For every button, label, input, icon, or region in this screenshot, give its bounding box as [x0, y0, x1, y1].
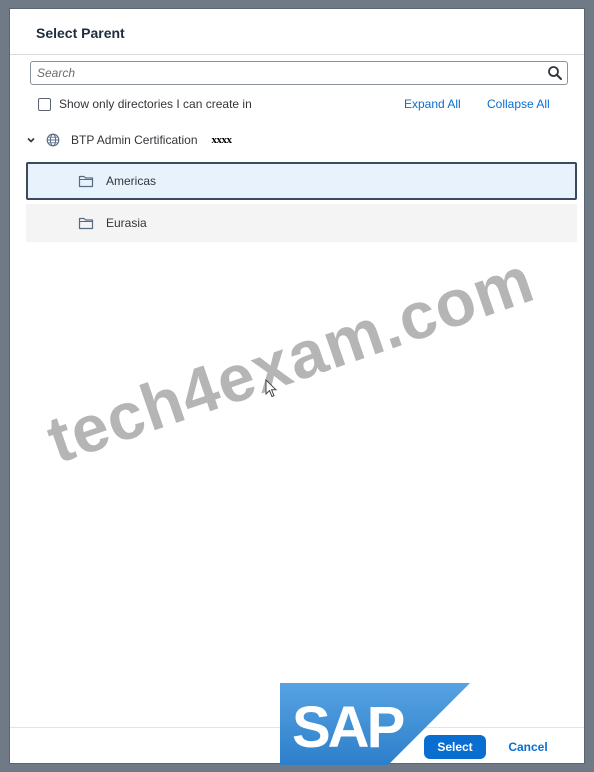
chevron-down-icon[interactable] [26, 135, 36, 145]
title-divider [10, 54, 584, 55]
search-icon[interactable] [547, 65, 563, 81]
cancel-button[interactable]: Cancel [498, 735, 558, 759]
tree-item-eurasia[interactable]: Eurasia [26, 204, 577, 242]
svg-text:SAP: SAP [292, 695, 404, 760]
tree-root-global-account[interactable]: BTP Admin Certification xxxx [26, 130, 232, 150]
show-only-creatable-checkbox[interactable] [38, 97, 51, 111]
select-parent-dialog: Select Parent Show only directories I ca… [9, 8, 585, 765]
folder-icon [78, 175, 94, 188]
tree-root-badge: xxxx [211, 134, 233, 146]
dialog-title: Select Parent [36, 25, 125, 41]
expand-all-link[interactable]: Expand All [404, 97, 461, 111]
collapse-all-link[interactable]: Collapse All [487, 97, 550, 111]
watermark-text: tech4exam.com [37, 241, 543, 477]
folder-icon [78, 217, 94, 230]
globe-icon [46, 133, 60, 147]
mouse-pointer-icon [265, 379, 277, 398]
search-field[interactable] [30, 61, 568, 85]
show-only-creatable-label: Show only directories I can create in [59, 97, 252, 111]
select-button[interactable]: Select [424, 735, 486, 759]
tree-root-label: BTP Admin Certification [71, 133, 198, 147]
search-input[interactable] [37, 64, 527, 82]
tree-item-label: Americas [106, 174, 157, 188]
tree-item-americas[interactable]: Americas [26, 162, 577, 200]
tree-item-label: Eurasia [106, 216, 147, 230]
filter-row: Show only directories I can create in [38, 95, 252, 113]
